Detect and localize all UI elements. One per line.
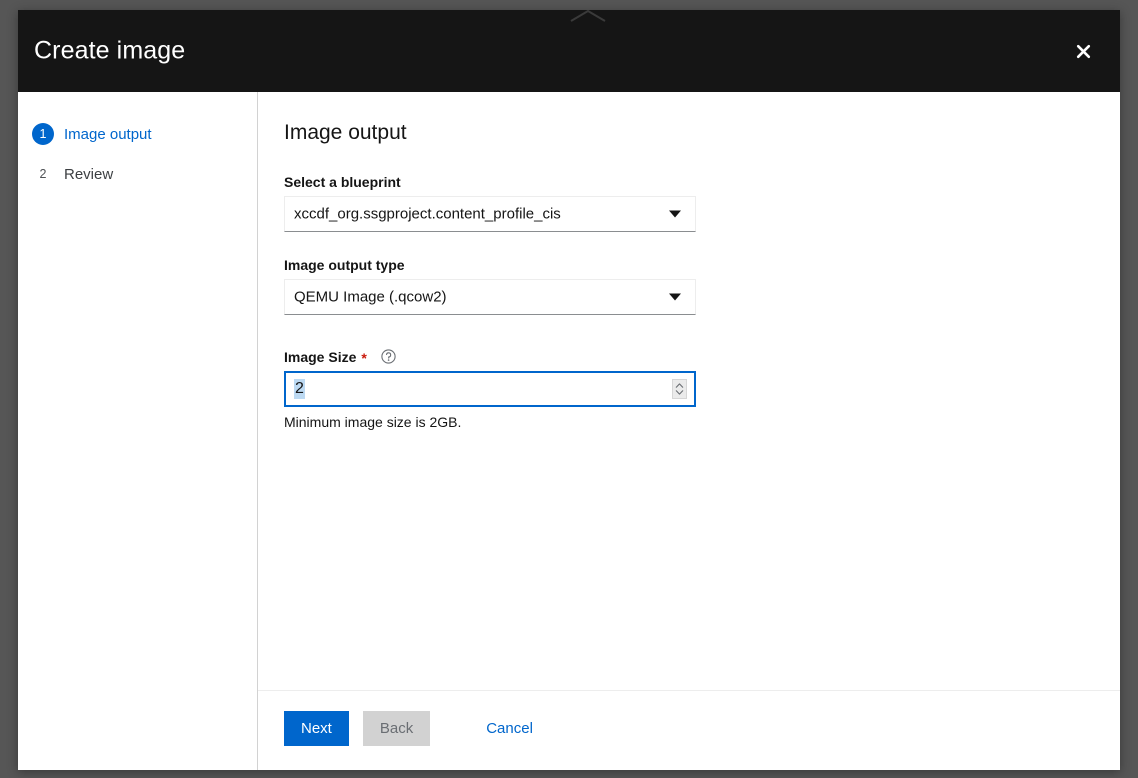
output-type-label-text: Image output type: [284, 258, 405, 272]
wizard-content: Image output Select a blueprint xccdf_or…: [258, 92, 1120, 690]
cancel-button[interactable]: Cancel: [478, 711, 541, 746]
image-size-label: Image Size *: [284, 349, 1094, 364]
drag-handle-icon[interactable]: [569, 10, 607, 22]
image-size-label-text: Image Size: [284, 350, 356, 364]
modal-header: Create image: [18, 10, 1120, 92]
section-title: Image output: [284, 120, 1094, 145]
caret-down-icon: [669, 294, 681, 301]
blueprint-label: Select a blueprint: [284, 175, 1094, 189]
blueprint-select[interactable]: xccdf_org.ssgproject.content_profile_cis: [284, 196, 696, 232]
output-type-form-group: Image output type QEMU Image (.qcow2): [284, 258, 1094, 315]
stepper-up-down-icon[interactable]: [672, 379, 687, 399]
output-type-select[interactable]: QEMU Image (.qcow2): [284, 279, 696, 315]
close-icon[interactable]: [1068, 36, 1098, 66]
wizard-footer: Next Back Cancel: [258, 690, 1120, 770]
image-size-helper-text: Minimum image size is 2GB.: [284, 413, 1094, 432]
sidebar-item-label: Image output: [64, 126, 152, 143]
wizard-main-pane: Image output Select a blueprint xccdf_or…: [258, 92, 1120, 770]
image-size-form-group: Image Size * 2: [284, 349, 1094, 432]
step-badge-1: 1: [32, 123, 54, 145]
modal-body: 1 Image output 2 Review Image output Sel…: [18, 92, 1120, 770]
sidebar-item-review[interactable]: 2 Review: [18, 158, 257, 190]
image-size-value: 2: [294, 379, 305, 399]
caret-down-icon: [669, 211, 681, 218]
step-badge-2: 2: [32, 163, 54, 185]
sidebar-item-label: Review: [64, 166, 113, 183]
blueprint-form-group: Select a blueprint xccdf_org.ssgproject.…: [284, 175, 1094, 232]
output-type-label: Image output type: [284, 258, 1094, 272]
back-button[interactable]: Back: [363, 711, 430, 746]
help-circle-icon[interactable]: [381, 349, 396, 364]
create-image-modal: Create image 1 Image output 2 Review Ima…: [18, 10, 1120, 770]
sidebar-item-image-output[interactable]: 1 Image output: [18, 118, 257, 150]
blueprint-label-text: Select a blueprint: [284, 175, 401, 189]
wizard-nav: 1 Image output 2 Review: [18, 92, 258, 770]
image-size-input[interactable]: 2: [284, 371, 696, 407]
page-title: Create image: [34, 37, 185, 66]
next-button[interactable]: Next: [284, 711, 349, 746]
required-marker: *: [361, 351, 366, 365]
output-type-select-value: QEMU Image (.qcow2): [294, 289, 447, 306]
blueprint-select-value: xccdf_org.ssgproject.content_profile_cis: [294, 206, 561, 223]
